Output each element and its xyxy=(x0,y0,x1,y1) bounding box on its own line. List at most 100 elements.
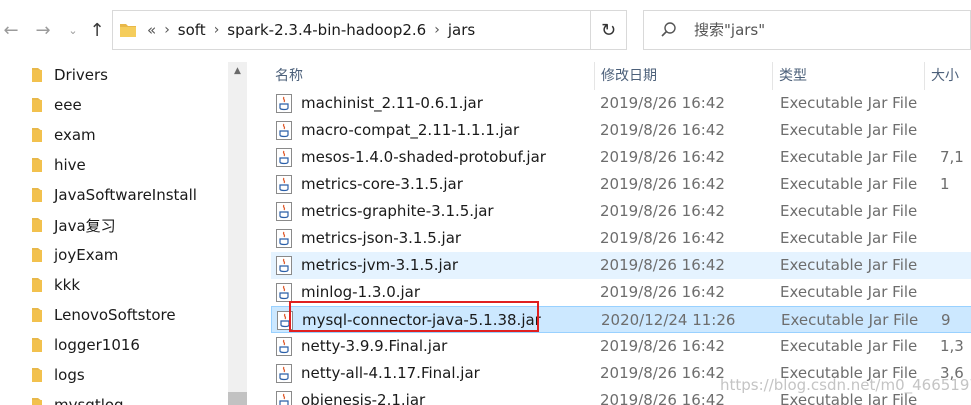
nav-folder-label: logger1016 xyxy=(54,336,140,354)
jar-file-icon xyxy=(276,283,292,302)
file-row[interactable]: machinist_2.11-0.6.1.jar 2019/8/26 16:42 E… xyxy=(271,90,971,117)
breadcrumb-separator: › xyxy=(434,22,440,38)
nav-folder-label: Drivers xyxy=(54,66,108,84)
file-row[interactable]: netty-3.9.9.Final.jar 2019/8/26 16:42 Exec… xyxy=(271,333,971,360)
file-type: Executable Jar File xyxy=(780,256,918,274)
navigation-pane: Drivers eee exam hive JavaSoftwareInstall Jav… xyxy=(0,62,247,405)
file-type: Executable Jar File xyxy=(780,229,918,247)
nav-folder-label: Java复习 xyxy=(54,216,116,235)
nav-folder-label: JavaSoftwareInstall xyxy=(54,186,197,204)
scrollbar-thumb[interactable] xyxy=(228,392,247,405)
search-input[interactable] xyxy=(692,20,942,40)
file-type: Executable Jar File xyxy=(780,94,918,112)
file-name: mysql-connector-java-5.1.38.jar xyxy=(302,311,541,329)
jar-file-icon xyxy=(276,364,292,383)
file-size: 7,1 xyxy=(940,148,964,166)
nav-folder-item[interactable]: joyExam xyxy=(0,240,228,270)
file-date: 2019/8/26 16:42 xyxy=(600,256,725,274)
refresh-icon: ↻ xyxy=(600,19,617,41)
file-type: Executable Jar File xyxy=(780,148,918,166)
nav-folder-item[interactable]: JavaSoftwareInstall xyxy=(0,180,228,210)
folder-icon xyxy=(32,158,42,172)
breadcrumb-overflow[interactable]: « xyxy=(147,21,156,39)
forward-arrow-icon[interactable]: → xyxy=(32,18,54,42)
file-row[interactable]: metrics-jvm-3.1.5.jar 2019/8/26 16:42 Exec… xyxy=(271,252,971,279)
breadcrumb-soft[interactable]: soft xyxy=(178,21,206,39)
nav-folder-item[interactable]: LenovoSoftstore xyxy=(0,300,228,330)
nav-folder-item[interactable]: Drivers xyxy=(0,62,228,90)
file-date: 2019/8/26 16:42 xyxy=(600,283,725,301)
breadcrumb-jars[interactable]: jars xyxy=(448,21,475,39)
nav-folder-label: logs xyxy=(54,366,85,384)
nav-folder-item[interactable]: kkk xyxy=(0,270,228,300)
folder-icon xyxy=(32,248,42,262)
nav-folder-label: kkk xyxy=(54,276,81,294)
folder-icon xyxy=(32,128,42,142)
chevron-down-icon[interactable]: ⌄ xyxy=(62,18,84,42)
file-name: metrics-jvm-3.1.5.jar xyxy=(301,256,459,274)
file-row[interactable]: metrics-graphite-3.1.5.jar 2019/8/26 16:4… xyxy=(271,198,971,225)
file-date: 2019/8/26 16:42 xyxy=(600,391,725,405)
folder-icon xyxy=(32,398,42,405)
watermark: https://blog.csdn.net/m0_46651978 xyxy=(720,376,971,394)
file-size: 1,3 xyxy=(940,337,964,355)
breadcrumb-separator: › xyxy=(213,22,220,38)
file-type: Executable Jar File xyxy=(780,121,918,139)
file-name: mesos-1.4.0-shaded-protobuf.jar xyxy=(301,148,546,166)
nav-folder-label: mvsqtlog xyxy=(54,396,124,405)
column-date[interactable]: 修改日期 xyxy=(594,62,772,90)
file-row[interactable]: mesos-1.4.0-shaded-protobuf.jar 2019/8/26… xyxy=(271,144,971,171)
file-list: ⌃ 名称 修改日期 类型 大小 machinist_2.11-0.6.1.jar… xyxy=(247,62,971,405)
folder-icon xyxy=(32,338,42,352)
file-name: metrics-json-3.1.5.jar xyxy=(301,229,462,247)
nav-folder-item[interactable]: hive xyxy=(0,150,228,180)
file-name: minlog-1.3.0.jar xyxy=(301,283,421,301)
nav-folder-item[interactable]: mvsqtlog xyxy=(0,390,228,405)
file-date: 2019/8/26 16:42 xyxy=(600,94,725,112)
folder-icon xyxy=(32,218,42,232)
column-size[interactable]: 大小 xyxy=(924,62,971,90)
file-name: metrics-core-3.1.5.jar xyxy=(301,175,463,193)
file-row[interactable]: mysql-connector-java-5.1.38.jar 2020/12/2… xyxy=(271,306,971,333)
nav-folder-label: eee xyxy=(54,96,82,114)
file-type: Executable Jar File xyxy=(780,337,918,355)
jar-file-icon xyxy=(276,202,292,221)
file-row[interactable]: metrics-core-3.1.5.jar 2019/8/26 16:42 Exe… xyxy=(271,171,971,198)
nav-folder-item[interactable]: logs xyxy=(0,360,228,390)
column-type[interactable]: 类型 xyxy=(772,62,924,90)
search-box[interactable] xyxy=(643,10,971,50)
back-arrow-icon[interactable]: ← xyxy=(0,18,22,42)
breadcrumb-spark[interactable]: spark-2.3.4-bin-hadoop2.6 xyxy=(227,21,426,39)
jar-file-icon xyxy=(276,175,292,194)
nav-scrollbar[interactable]: ▲ xyxy=(228,62,247,405)
file-row[interactable]: macro-compat_2.11-1.1.1.jar 2019/8/26 16:… xyxy=(271,117,971,144)
folder-icon xyxy=(32,188,42,202)
folder-icon xyxy=(32,308,42,322)
nav-folder-item[interactable]: exam xyxy=(0,120,228,150)
folder-icon xyxy=(120,24,136,37)
nav-folder-label: LenovoSoftstore xyxy=(54,306,176,324)
nav-folder-item[interactable]: logger1016 xyxy=(0,330,228,360)
address-bar[interactable]: « › soft › spark-2.3.4-bin-hadoop2.6 › j… xyxy=(112,10,627,50)
jar-file-icon xyxy=(276,148,292,167)
scroll-up-icon[interactable]: ▲ xyxy=(228,62,247,80)
file-date: 2019/8/26 16:42 xyxy=(600,148,725,166)
nav-folder-label: exam xyxy=(54,126,96,144)
nav-folder-item[interactable]: eee xyxy=(0,90,228,120)
file-date: 2019/8/26 16:42 xyxy=(600,229,725,247)
file-type: Executable Jar File xyxy=(781,311,919,329)
file-type: Executable Jar File xyxy=(780,202,918,220)
file-name: metrics-graphite-3.1.5.jar xyxy=(301,202,494,220)
file-size: 1 xyxy=(940,175,950,193)
refresh-button[interactable]: ↻ xyxy=(590,11,626,49)
folder-icon xyxy=(32,368,42,382)
file-row[interactable]: metrics-json-3.1.5.jar 2019/8/26 16:42 Exe… xyxy=(271,225,971,252)
file-type: Executable Jar File xyxy=(780,175,918,193)
file-row[interactable]: minlog-1.3.0.jar 2019/8/26 16:42 Executabl… xyxy=(271,279,971,306)
up-arrow-icon[interactable]: ↑ xyxy=(86,18,108,42)
nav-folder-item[interactable]: Java复习 xyxy=(0,210,228,240)
column-name[interactable]: 名称 xyxy=(269,62,594,90)
file-date: 2020/12/24 11:26 xyxy=(601,311,736,329)
file-name: machinist_2.11-0.6.1.jar xyxy=(301,94,483,112)
jar-file-icon xyxy=(276,391,292,405)
